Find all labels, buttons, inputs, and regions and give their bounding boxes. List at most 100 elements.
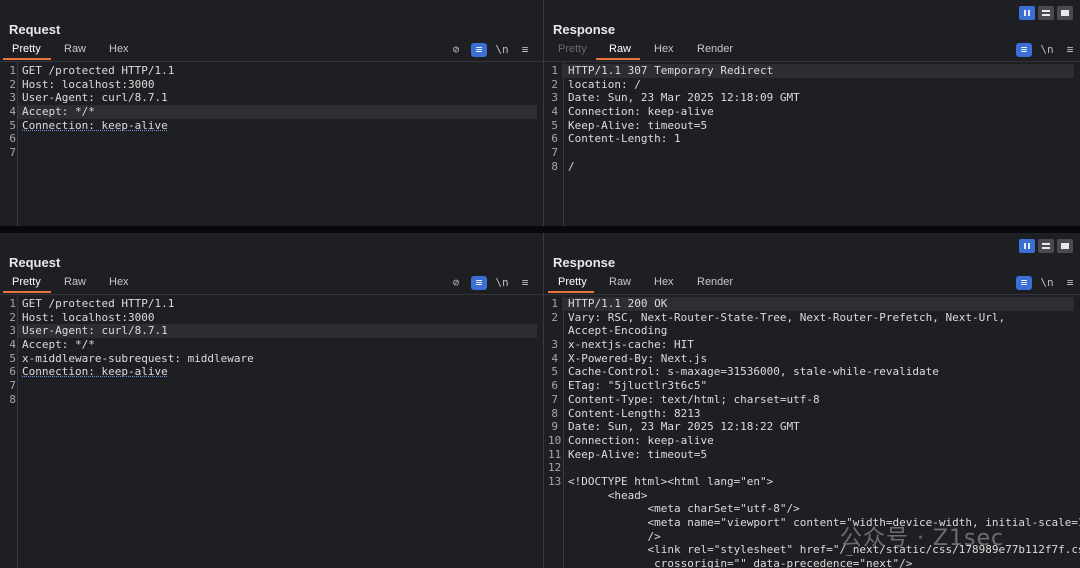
active-tab-indicator	[596, 58, 640, 60]
split-rows-icon[interactable]	[1038, 239, 1054, 253]
pane-title: Response	[553, 22, 616, 37]
pane-title: Response	[553, 255, 616, 270]
wrap-lines-icon[interactable]: ≡	[1016, 276, 1032, 290]
active-tab-indicator	[548, 291, 594, 293]
active-tab-indicator	[3, 58, 51, 60]
divider	[544, 294, 1080, 295]
response-toolbar: ≡ \n ≡	[1016, 43, 1076, 59]
tab-raw[interactable]: Raw	[64, 276, 86, 288]
code-line-highlighted: 3 User-Agent: curl/8.7.1	[9, 324, 537, 339]
split-columns-icon[interactable]	[1019, 6, 1035, 20]
code-line: 8/	[551, 159, 575, 173]
watermark: 公众号 · Z1sec	[840, 526, 1005, 551]
tab-pretty[interactable]: Pretty	[558, 43, 587, 55]
split-columns-icon[interactable]	[1019, 239, 1035, 253]
section-divider	[0, 226, 1080, 233]
tab-pretty[interactable]: Pretty	[558, 276, 587, 288]
hamburger-icon[interactable]: ≡	[517, 276, 533, 290]
response-editor[interactable]: 1 HTTP/1.1 307 Temporary Redirect 2 locati…	[548, 64, 1074, 174]
tab-hex[interactable]: Hex	[654, 276, 674, 288]
code-line: 10 Connection: keep-alive	[548, 433, 714, 447]
wrap-lines-icon[interactable]: ≡	[471, 43, 487, 57]
code-line: 5 Connection: keep-alive	[9, 118, 168, 132]
code-line: 2 location: /	[551, 77, 641, 91]
single-pane-icon[interactable]	[1057, 239, 1073, 253]
code-line: 7	[9, 379, 16, 393]
pane-title: Request	[9, 255, 61, 270]
request-editor[interactable]: 1 GET /protected HTTP/1.1 2 Host: localhos…	[6, 297, 537, 407]
code-line: 1 GET /protected HTTP/1.1	[9, 64, 175, 77]
tab-hex[interactable]: Hex	[109, 43, 129, 55]
code-line: 2 Host: localhost:3000	[9, 310, 155, 324]
pane-title: Request	[9, 22, 61, 37]
code-line: Accept-Encoding	[568, 324, 668, 338]
tab-raw[interactable]: Raw	[64, 43, 86, 55]
code-line: 4 Connection: keep-alive	[551, 105, 714, 119]
split-rows-icon[interactable]	[1038, 6, 1054, 20]
layout-toggle	[1019, 239, 1073, 254]
code-line: 3 x-nextjs-cache: HIT	[551, 338, 694, 352]
code-line-highlighted: 1 HTTP/1.1 307 Temporary Redirect	[551, 64, 1074, 78]
code-line: 1 GET /protected HTTP/1.1	[9, 297, 175, 310]
tab-pretty[interactable]: Pretty	[12, 276, 41, 288]
code-line: 3 User-Agent: curl/8.7.1	[9, 91, 168, 105]
divider	[0, 294, 543, 295]
code-line: 13 <!DOCTYPE html><html lang="en">	[548, 474, 774, 488]
newline-toggle[interactable]: \n	[494, 276, 510, 290]
code-line: 7	[551, 146, 558, 160]
hamburger-icon[interactable]: ≡	[1062, 276, 1078, 290]
tab-hex[interactable]: Hex	[109, 276, 129, 288]
request-toolbar: ⊘ ≡ \n ≡	[448, 276, 538, 292]
hamburger-icon[interactable]: ≡	[1062, 43, 1078, 57]
code-line: 7	[9, 146, 16, 160]
newline-toggle[interactable]: \n	[1039, 276, 1055, 290]
divider	[0, 61, 543, 62]
eye-slash-icon[interactable]: ⊘	[448, 43, 464, 57]
divider	[544, 61, 1080, 62]
active-tab-indicator	[3, 291, 51, 293]
code-line: 2 Vary: RSC, Next-Router-State-Tree, Next…	[551, 310, 1006, 324]
request-pane-top: Request Pretty Raw Hex ⊘ ≡ \n ≡ 1 GET /pr…	[0, 0, 543, 226]
code-line: 5 Cache-Control: s-maxage=31536000, stale…	[551, 365, 939, 379]
eye-slash-icon[interactable]: ⊘	[448, 276, 464, 290]
code-line: 9 Date: Sun, 23 Mar 2025 12:18:22 GMT	[551, 420, 800, 434]
layout-toggle	[1019, 6, 1073, 21]
code-line: 5 x-middleware-subrequest: middleware	[9, 351, 254, 365]
top-message-pair: Request Pretty Raw Hex ⊘ ≡ \n ≡ 1 GET /pr…	[0, 0, 1080, 226]
request-toolbar: ⊘ ≡ \n ≡	[448, 43, 538, 59]
code-line: 5 Keep-Alive: timeout=5	[551, 118, 708, 132]
tab-hex[interactable]: Hex	[654, 43, 674, 55]
code-line-highlighted: 1 HTTP/1.1 200 OK	[551, 297, 1074, 311]
tab-pretty[interactable]: Pretty	[12, 43, 41, 55]
code-line: 6 ETag: "5jluctlr3t6c5"	[551, 379, 708, 393]
code-line: 6	[9, 132, 16, 146]
tab-render[interactable]: Render	[697, 276, 733, 288]
code-line: 6 Connection: keep-alive	[9, 365, 168, 379]
hamburger-icon[interactable]: ≡	[517, 43, 533, 57]
newline-toggle[interactable]: \n	[1039, 43, 1055, 57]
code-line: 3 Date: Sun, 23 Mar 2025 12:18:09 GMT	[551, 91, 800, 105]
wrap-lines-icon[interactable]: ≡	[471, 276, 487, 290]
tab-raw[interactable]: Raw	[609, 43, 631, 55]
tab-render[interactable]: Render	[697, 43, 733, 55]
code-line: 4 Accept: */*	[9, 338, 95, 352]
request-pane-bottom: Request Pretty Raw Hex ⊘ ≡ \n ≡ 1 GET /pr…	[0, 233, 543, 568]
code-line: <meta charSet="utf-8"/>	[568, 502, 800, 516]
bottom-message-pair: Request Pretty Raw Hex ⊘ ≡ \n ≡ 1 GET /pr…	[0, 233, 1080, 568]
code-line: 11 Keep-Alive: timeout=5	[548, 447, 708, 461]
single-pane-icon[interactable]	[1057, 6, 1073, 20]
response-pane-bottom: Response Pretty Raw Hex Render ≡ \n ≡ 1H…	[544, 233, 1080, 568]
code-line: 7 Content-Type: text/html; charset=utf-8	[551, 392, 820, 406]
code-line: 4 X-Powered-By: Next.js	[551, 351, 708, 365]
request-editor[interactable]: 1 GET /protected HTTP/1.1 2 Host: localhos…	[6, 64, 537, 160]
newline-toggle[interactable]: \n	[494, 43, 510, 57]
code-line: 6 Content-Length: 1	[551, 132, 681, 146]
wrap-lines-icon[interactable]: ≡	[1016, 43, 1032, 57]
code-line: 12	[548, 461, 562, 475]
code-line: <head>	[568, 488, 648, 502]
tab-raw[interactable]: Raw	[609, 276, 631, 288]
response-toolbar: ≡ \n ≡	[1016, 276, 1076, 292]
code-line: 2 Host: localhost:3000	[9, 77, 155, 91]
response-pane-top: Response Pretty Raw Hex Render ≡ \n ≡ 1H…	[544, 0, 1080, 226]
code-line: 8	[9, 392, 16, 406]
